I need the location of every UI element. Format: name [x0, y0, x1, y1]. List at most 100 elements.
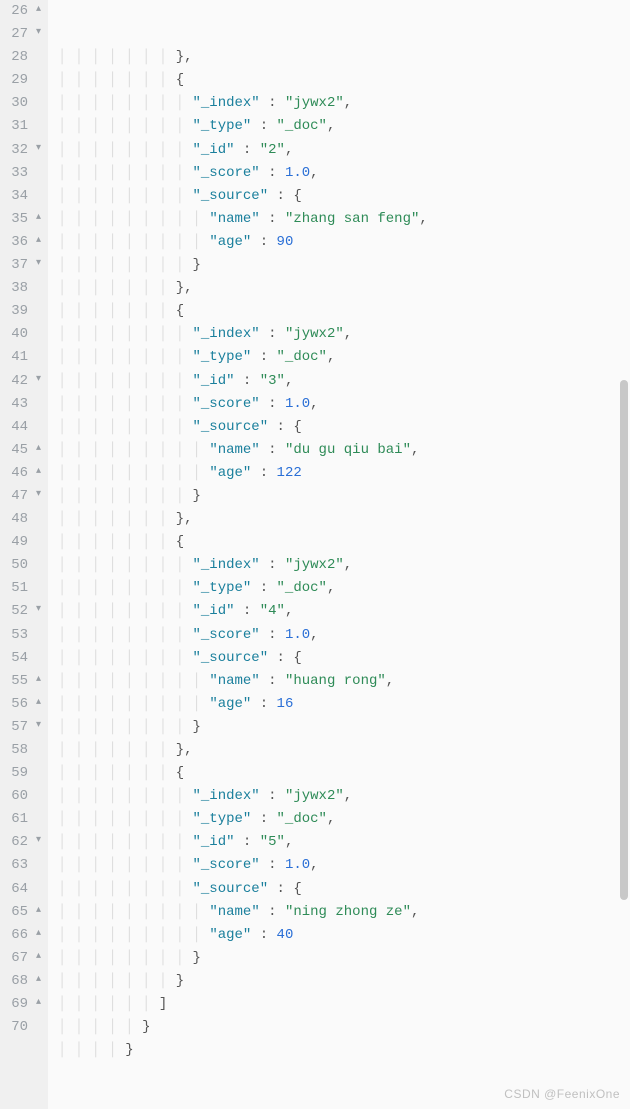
token-p: }, — [176, 49, 193, 65]
fold-close-icon[interactable]: ▴ — [31, 210, 41, 227]
fold-close-icon[interactable]: ▴ — [31, 995, 41, 1012]
line-number: 59 — [0, 762, 42, 785]
code-line: │ │ │ │ } — [58, 1039, 630, 1062]
token-p: : { — [268, 650, 302, 666]
code-line: │ │ │ │ │ │ │ │ "_source" : { — [58, 647, 630, 670]
line-number: 31 — [0, 115, 42, 138]
token-k: "_score" — [193, 396, 260, 412]
line-number: 67▴ — [0, 947, 42, 970]
token-k: "_index" — [193, 95, 260, 111]
line-number: 39 — [0, 300, 42, 323]
token-p: } — [193, 719, 201, 735]
code-line: │ │ │ │ │ │ │ │ "_score" : 1.0, — [58, 393, 630, 416]
code-line: │ │ │ │ │ │ │ │ "_id" : "3", — [58, 370, 630, 393]
token-k: "age" — [209, 927, 251, 943]
line-number: 58 — [0, 739, 42, 762]
line-number: 52▾ — [0, 600, 42, 623]
fold-close-icon[interactable]: ▴ — [31, 441, 41, 458]
code-line: │ │ │ │ │ │ │ }, — [58, 508, 630, 531]
line-number: 66▴ — [0, 924, 42, 947]
token-p: : { — [268, 881, 302, 897]
watermark: CSDN @FeenixOne — [504, 1085, 620, 1105]
fold-open-icon[interactable]: ▾ — [31, 718, 41, 735]
line-number: 27▾ — [0, 23, 42, 46]
fold-close-icon[interactable]: ▴ — [31, 926, 41, 943]
token-n: 1.0 — [285, 857, 310, 873]
token-p: { — [176, 303, 184, 319]
line-number: 62▾ — [0, 831, 42, 854]
token-p: : — [251, 811, 276, 827]
code-area[interactable]: │ │ │ │ │ │ │ },│ │ │ │ │ │ │ {│ │ │ │ │… — [48, 0, 630, 1109]
scrollbar-thumb[interactable] — [620, 380, 628, 900]
token-p: : — [251, 234, 276, 250]
fold-close-icon[interactable]: ▴ — [31, 233, 41, 250]
token-p: , — [411, 904, 419, 920]
line-number: 42▾ — [0, 370, 42, 393]
token-k: "_index" — [193, 788, 260, 804]
token-k: "name" — [209, 442, 259, 458]
line-number: 40 — [0, 323, 42, 346]
token-p: } — [193, 950, 201, 966]
fold-close-icon[interactable]: ▴ — [31, 903, 41, 920]
token-p: , — [344, 557, 352, 573]
token-s: "4" — [260, 603, 285, 619]
code-line: │ │ │ │ │ │ │ │ "_index" : "jywx2", — [58, 785, 630, 808]
fold-open-icon[interactable]: ▾ — [31, 487, 41, 504]
code-line: │ │ │ │ │ │ │ │ "_index" : "jywx2", — [58, 554, 630, 577]
token-s: "_doc" — [277, 580, 327, 596]
line-number: 57▾ — [0, 716, 42, 739]
code-line: │ │ │ │ │ │ │ │ "_index" : "jywx2", — [58, 92, 630, 115]
fold-open-icon[interactable]: ▾ — [31, 256, 41, 273]
fold-close-icon[interactable]: ▴ — [31, 949, 41, 966]
code-line: │ │ │ │ │ │ │ { — [58, 762, 630, 785]
token-k: "_score" — [193, 627, 260, 643]
code-line: │ │ │ │ │ │ │ │ "_score" : 1.0, — [58, 162, 630, 185]
token-s: "du gu qiu bai" — [285, 442, 411, 458]
token-p: , — [327, 118, 335, 134]
token-p: { — [176, 534, 184, 550]
token-p: } — [176, 973, 184, 989]
code-line: │ │ │ │ │ │ │ │ } — [58, 485, 630, 508]
token-s: "jywx2" — [285, 557, 344, 573]
token-p: , — [327, 349, 335, 365]
token-k: "age" — [209, 234, 251, 250]
line-number: 68▴ — [0, 970, 42, 993]
token-n: 1.0 — [285, 396, 310, 412]
fold-close-icon[interactable]: ▴ — [31, 972, 41, 989]
code-line: │ │ │ │ │ │ │ { — [58, 300, 630, 323]
code-line: │ │ │ │ │ │ │ │ "_id" : "5", — [58, 831, 630, 854]
line-number-gutter: 26▴27▾2829303132▾333435▴36▴37▾3839404142… — [0, 0, 48, 1109]
fold-open-icon[interactable]: ▾ — [31, 372, 41, 389]
line-number: 33 — [0, 162, 42, 185]
fold-open-icon[interactable]: ▾ — [31, 141, 41, 158]
fold-close-icon[interactable]: ▴ — [31, 2, 41, 19]
token-n: 90 — [277, 234, 294, 250]
fold-close-icon[interactable]: ▴ — [31, 464, 41, 481]
token-p: , — [344, 326, 352, 342]
token-k: "_index" — [193, 557, 260, 573]
code-line: │ │ │ │ │ │ │ │ │ "name" : "zhang san fe… — [58, 208, 630, 231]
code-line: │ │ │ │ │ │ │ │ "_type" : "_doc", — [58, 808, 630, 831]
token-p: : — [260, 788, 285, 804]
token-s: "_doc" — [277, 118, 327, 134]
fold-close-icon[interactable]: ▴ — [31, 695, 41, 712]
token-s: "ning zhong ze" — [285, 904, 411, 920]
line-number: 30 — [0, 92, 42, 115]
token-p: : — [260, 165, 285, 181]
token-n: 1.0 — [285, 165, 310, 181]
code-line: │ │ │ │ │ │ │ │ │ "age" : 40 — [58, 924, 630, 947]
token-k: "_type" — [193, 118, 252, 134]
line-number: 60 — [0, 785, 42, 808]
code-line: │ │ │ │ │ │ │ }, — [58, 46, 630, 69]
token-k: "_score" — [193, 857, 260, 873]
code-line: │ │ │ │ │ │ │ │ │ "age" : 90 — [58, 231, 630, 254]
token-k: "name" — [209, 673, 259, 689]
token-s: "_doc" — [277, 811, 327, 827]
fold-open-icon[interactable]: ▾ — [31, 833, 41, 850]
token-k: "age" — [209, 465, 251, 481]
token-p: } — [125, 1042, 133, 1058]
fold-open-icon[interactable]: ▾ — [31, 25, 41, 42]
token-p: , — [344, 788, 352, 804]
fold-close-icon[interactable]: ▴ — [31, 672, 41, 689]
fold-open-icon[interactable]: ▾ — [31, 602, 41, 619]
